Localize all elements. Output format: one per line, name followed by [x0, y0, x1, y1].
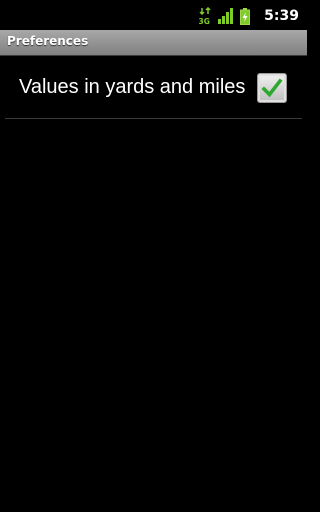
- network-type-label: 3G: [199, 17, 210, 25]
- yards-miles-checkbox[interactable]: [257, 73, 287, 103]
- preference-item-yards-miles[interactable]: Values in yards and miles: [0, 56, 307, 118]
- signal-bars-icon: [218, 8, 234, 24]
- status-bar: 3G 5:39: [0, 0, 307, 30]
- network-3g-icon: 3G: [199, 7, 211, 25]
- title-bar: Preferences: [0, 30, 307, 56]
- battery-charging-icon: [240, 7, 251, 25]
- page-title: Preferences: [7, 34, 89, 48]
- check-mark-icon: [261, 78, 283, 98]
- status-clock: 5:39: [264, 8, 299, 24]
- preference-label: Values in yards and miles: [19, 76, 246, 98]
- list-divider: [5, 118, 302, 119]
- status-icons: 3G 5:39: [198, 6, 299, 26]
